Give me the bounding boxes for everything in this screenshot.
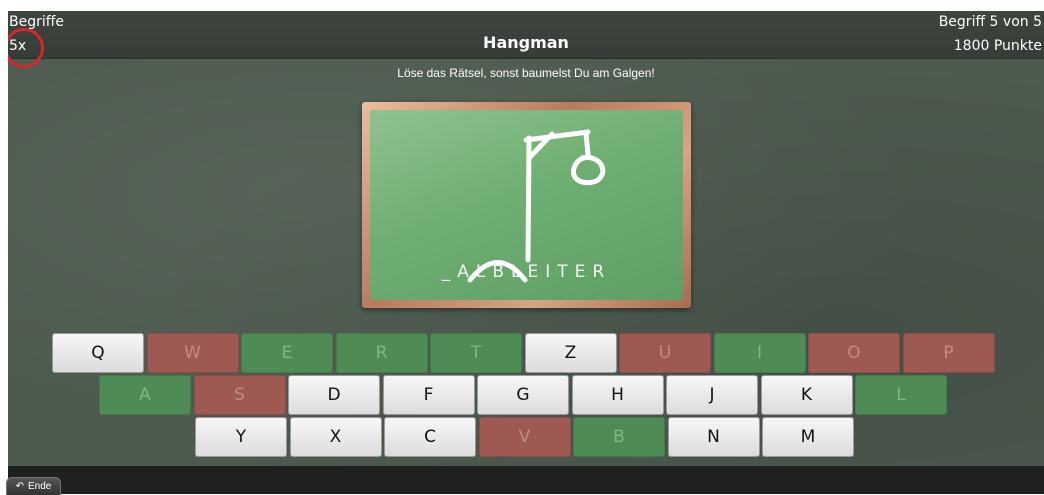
puzzle-word: _ALBLEITER [441,262,612,282]
key-i: I [713,333,806,373]
key-f[interactable]: F [382,375,475,415]
bottom-bar [8,466,1044,494]
exit-label: Ende [28,481,52,492]
key-d[interactable]: D [288,375,380,415]
key-u: U [619,333,711,373]
key-k[interactable]: K [760,375,853,415]
key-q[interactable]: Q [52,333,144,373]
highlight-circle [8,28,44,68]
key-o: O [808,333,900,373]
key-m[interactable]: M [762,417,854,457]
key-b: B [573,417,665,457]
key-h[interactable]: H [571,375,664,415]
top-bar: Begriffe 5x Hangman Begriff 5 von 5 1800… [8,11,1044,68]
exit-button[interactable]: ↶ Ende [6,477,61,495]
key-x[interactable]: X [289,417,382,457]
key-e: E [241,333,333,373]
game-area: Begriffe 5x Hangman Begriff 5 von 5 1800… [8,11,1044,466]
instruction-text: Löse das Rätsel, sonst baumelst Du am Ga… [397,66,655,80]
game-title: Hangman [483,33,569,52]
chalkboard-surface: _ALBLEITER [370,110,683,300]
key-z[interactable]: Z [524,333,617,373]
key-v: V [478,417,571,457]
key-n[interactable]: N [667,417,760,457]
key-a: A [99,375,191,415]
key-r: R [335,333,428,373]
key-l: L [855,375,947,415]
key-c[interactable]: C [384,417,476,457]
progress-label: Begriff 5 von 5 [938,14,1042,30]
key-w: W [146,333,239,373]
undo-arrow-icon: ↶ [15,481,25,492]
score-label: 1800 Punkte [953,38,1042,54]
key-g[interactable]: G [477,375,569,415]
key-y[interactable]: Y [195,417,287,457]
chalkboard: _ALBLEITER [362,102,691,308]
key-p: P [902,333,995,373]
key-j[interactable]: J [666,375,758,415]
key-t: T [430,333,522,373]
key-s: S [193,375,286,415]
